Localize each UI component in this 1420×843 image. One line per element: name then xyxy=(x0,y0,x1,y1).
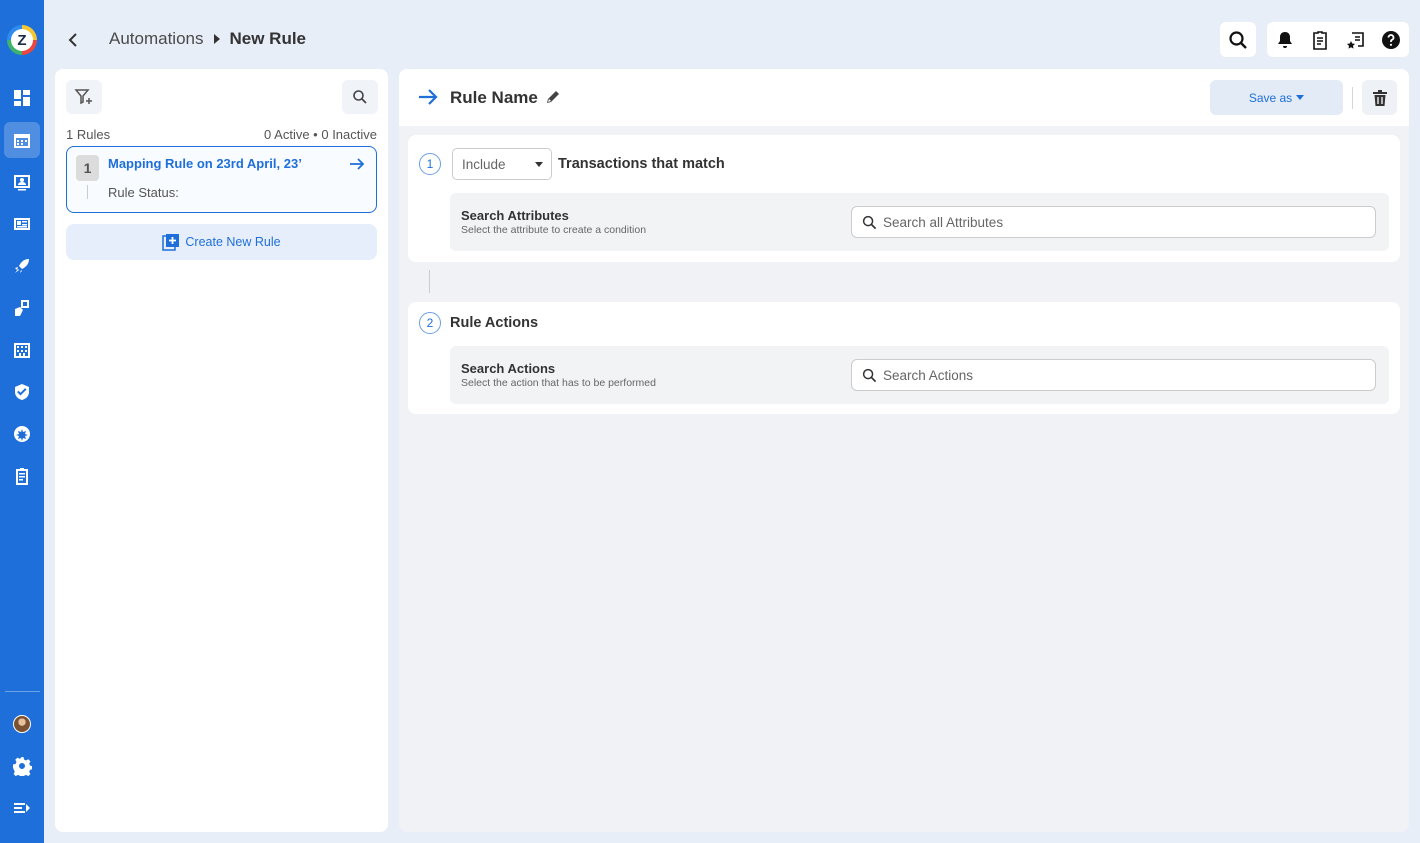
conditions-section: 1 Include Transactions that match Search… xyxy=(408,135,1400,262)
include-select-value: Include xyxy=(462,156,506,172)
rules-status-summary: 0 Active • 0 Inactive xyxy=(264,127,377,142)
notes-button[interactable] xyxy=(1302,22,1338,57)
search-attributes-title: Search Attributes xyxy=(461,208,569,223)
save-as-label: Save as xyxy=(1248,90,1293,105)
trash-icon xyxy=(1372,89,1387,106)
search-attributes-input[interactable]: Search all Attributes xyxy=(851,206,1376,238)
search-icon xyxy=(862,215,877,230)
chevron-down-icon xyxy=(1296,95,1305,100)
rule-connector xyxy=(87,185,88,199)
add-box-icon xyxy=(162,234,180,251)
rule-name[interactable]: Rule Name xyxy=(450,88,538,108)
rule-title[interactable]: Mapping Rule on 23rd April, 23’ xyxy=(108,156,302,171)
rules-summary: 1 Rules 0 Active • 0 Inactive xyxy=(66,127,377,142)
back-button[interactable] xyxy=(60,27,86,53)
pencil-icon[interactable] xyxy=(545,89,561,105)
conditions-title: Transactions that match xyxy=(558,156,725,172)
bell-icon xyxy=(1278,31,1292,48)
search-actions-title: Search Actions xyxy=(461,361,556,376)
save-as-button[interactable]: Save as xyxy=(1210,80,1343,115)
search-rules-button[interactable] xyxy=(342,80,378,114)
rocket-icon[interactable] xyxy=(4,248,40,284)
rules-panel: 1 Rules 0 Active • 0 Inactive 1 Mapping … xyxy=(55,69,388,832)
settings-icon[interactable] xyxy=(4,748,40,784)
actions-section: 2 Rule Actions Search Actions Select the… xyxy=(408,302,1400,414)
search-actions-input[interactable]: Search Actions xyxy=(851,359,1376,391)
contacts-icon[interactable] xyxy=(4,164,40,200)
news-icon[interactable] xyxy=(4,206,40,242)
logo-icon[interactable]: Z xyxy=(7,25,37,55)
clipboard-icon[interactable] xyxy=(4,458,40,494)
header-divider xyxy=(1352,87,1353,109)
filter-add-icon xyxy=(74,89,92,105)
menu-collapse-icon[interactable] xyxy=(4,790,40,826)
calendar-icon[interactable] xyxy=(4,122,40,158)
avatar[interactable] xyxy=(13,715,31,733)
building-icon[interactable] xyxy=(4,332,40,368)
help-button[interactable] xyxy=(1373,22,1409,57)
starred-list-button[interactable] xyxy=(1338,22,1374,57)
search-attributes-subtitle: Select the attribute to create a conditi… xyxy=(461,224,647,236)
step-number: 2 xyxy=(419,312,441,334)
breadcrumb: Automations New Rule xyxy=(109,29,306,49)
arrow-right-icon[interactable] xyxy=(348,155,366,173)
chevron-down-icon xyxy=(535,162,543,167)
search-actions-block: Search Actions Select the action that ha… xyxy=(450,346,1389,404)
search-attributes-block: Search Attributes Select the attribute t… xyxy=(450,193,1389,251)
step-number: 1 xyxy=(419,153,441,175)
notes-icon xyxy=(1313,30,1327,50)
page-title: New Rule xyxy=(229,29,307,48)
search-icon xyxy=(1229,30,1247,49)
reports-icon[interactable] xyxy=(4,290,40,326)
search-icon xyxy=(862,368,877,383)
chevron-left-icon xyxy=(68,33,77,47)
include-select[interactable]: Include xyxy=(452,148,552,180)
rule-actions-title: Rule Actions xyxy=(450,315,539,331)
search-actions-subtitle: Select the action that has to be perform… xyxy=(461,377,656,389)
create-new-rule-label: Create New Rule xyxy=(185,235,281,249)
rule-status-label: Rule Status: xyxy=(108,185,179,200)
search-icon xyxy=(353,90,367,104)
dashboard-icon[interactable] xyxy=(4,80,40,116)
rule-number: 1 xyxy=(76,155,99,181)
breadcrumb-automations[interactable]: Automations xyxy=(109,29,204,49)
globe-icon[interactable] xyxy=(4,416,40,452)
help-icon xyxy=(1382,30,1400,49)
breadcrumb-separator-icon xyxy=(213,34,220,44)
editor-header: Rule Name Save as xyxy=(399,69,1409,126)
starred-list-icon xyxy=(1347,31,1364,49)
rule-editor: Rule Name Save as 1 Include Transactions… xyxy=(399,69,1409,832)
sidebar: Z xyxy=(0,0,44,843)
arrow-right-icon xyxy=(419,89,438,105)
rules-count: 1 Rules xyxy=(66,127,111,142)
section-connector xyxy=(429,270,430,293)
create-new-rule-button[interactable]: Create New Rule xyxy=(66,224,377,260)
search-attributes-placeholder: Search all Attributes xyxy=(883,214,1004,230)
global-search-button[interactable] xyxy=(1220,22,1256,57)
sidebar-divider xyxy=(5,691,40,692)
shield-icon[interactable] xyxy=(4,374,40,410)
add-filter-button[interactable] xyxy=(66,80,102,114)
notifications-button[interactable] xyxy=(1267,22,1303,57)
delete-button[interactable] xyxy=(1362,80,1397,115)
rule-card[interactable]: 1 Mapping Rule on 23rd April, 23’ Rule S… xyxy=(66,146,377,213)
search-actions-placeholder: Search Actions xyxy=(883,367,974,383)
